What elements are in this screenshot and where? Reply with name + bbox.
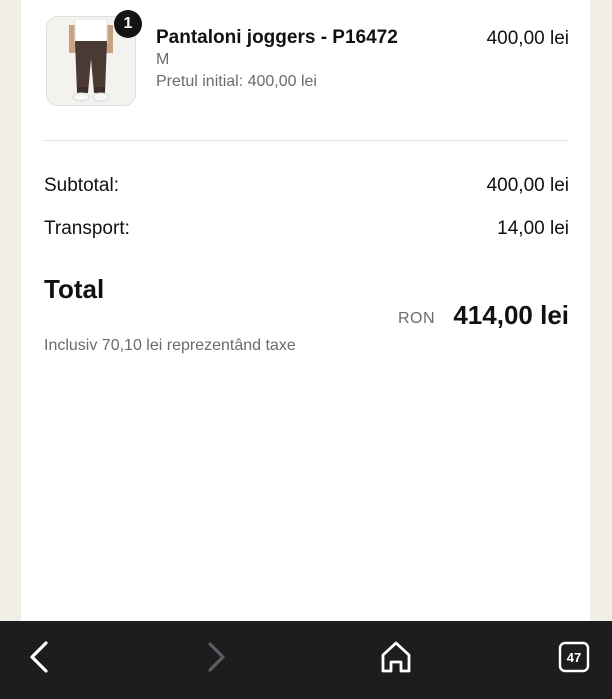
- subtotal-value: 400,00 lei: [486, 175, 569, 196]
- browser-toolbar: 47: [0, 621, 612, 699]
- chevron-left-icon: [30, 641, 48, 673]
- shipping-value: 14,00 lei: [497, 218, 569, 239]
- home-icon: [381, 641, 411, 673]
- taxes-note: Inclusiv 70,10 lei reprezentând taxe: [44, 337, 296, 354]
- subtotal-label: Subtotal:: [44, 175, 119, 196]
- total-value: 414,00 lei: [453, 300, 569, 330]
- tabs-count: 47: [567, 650, 581, 665]
- product-original-price: Pretul initial: 400,00 lei: [156, 73, 317, 90]
- quantity-badge: 1: [114, 10, 142, 38]
- currency-code: RON: [398, 310, 436, 327]
- product-name: Pantaloni joggers - P16472: [156, 27, 398, 48]
- shipping-label: Transport:: [44, 218, 130, 239]
- product-variant: M: [156, 51, 170, 68]
- total-label: Total: [44, 274, 105, 304]
- tabs-button[interactable]: 47: [552, 635, 596, 679]
- divider: [44, 140, 569, 141]
- back-button[interactable]: [18, 635, 62, 679]
- product-price: 400,00 lei: [486, 28, 569, 49]
- chevron-right-icon: [208, 642, 225, 672]
- tabs-icon: 47: [558, 641, 590, 673]
- forward-button[interactable]: [194, 635, 238, 679]
- home-button[interactable]: [374, 635, 418, 679]
